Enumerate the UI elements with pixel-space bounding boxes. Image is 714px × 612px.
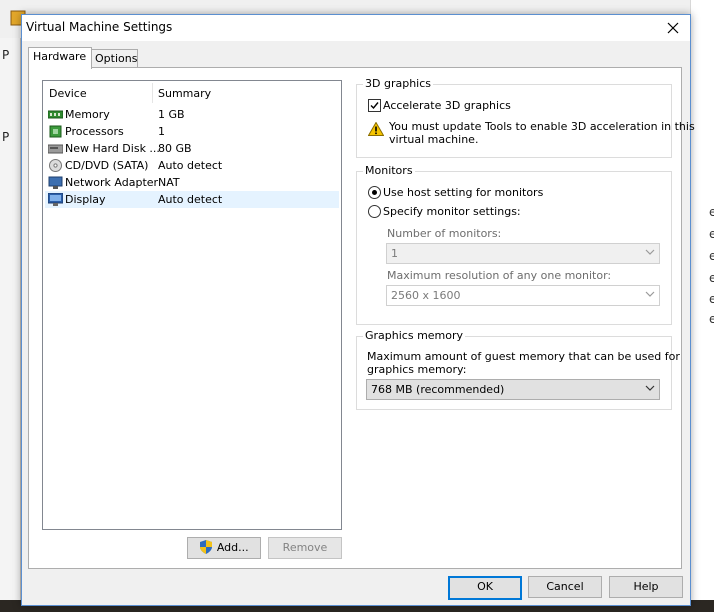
window-title: Virtual Machine Settings [26,20,173,34]
device-row-display[interactable]: Display Auto detect [45,191,339,208]
tab-hardware[interactable]: Hardware [28,47,92,69]
chevron-down-icon [645,291,655,297]
help-button[interactable]: Help [609,576,683,598]
column-header-summary[interactable]: Summary [158,87,211,100]
device-list[interactable]: Device Summary Memory 1 GB Processors 1 [42,80,342,530]
specify-monitor-radio[interactable] [368,205,381,218]
device-row-cd-dvd[interactable]: CD/DVD (SATA) Auto detect [45,157,339,174]
background-left-panel: P P [0,38,20,612]
background-text-fragment: P [2,130,10,144]
max-resolution-label: Maximum resolution of any one monitor: [387,269,612,282]
close-button[interactable] [662,17,684,39]
background-text-fragment: e [709,249,714,263]
checkmark-icon [370,102,379,110]
group-title-graphics-memory: Graphics memory [363,329,466,342]
ok-button[interactable]: OK [448,576,522,600]
uac-shield-icon [200,540,213,554]
number-of-monitors-label: Number of monitors: [387,227,502,240]
cancel-button[interactable]: Cancel [528,576,602,598]
title-bar[interactable]: Virtual Machine Settings [22,15,690,41]
background-text-fragment: e [709,205,714,219]
background-right-panel: e e e e e e [690,0,714,612]
warning-text-line2: virtual machine. [389,133,479,146]
number-of-monitors-select[interactable]: 1 [386,243,660,264]
add-button-label: Add... [216,541,249,554]
background-text-fragment: e [709,227,714,241]
device-row-hard-disk[interactable]: New Hard Disk ... 80 GB [45,140,339,157]
accelerate-3d-label[interactable]: Accelerate 3D graphics [383,99,511,112]
column-divider[interactable] [152,83,153,103]
device-summary: NAT [158,176,180,189]
device-name: Display [65,193,106,206]
warning-text-line1: You must update Tools to enable 3D accel… [389,120,695,133]
hardware-panel: Device Summary Memory 1 GB Processors 1 [28,67,695,569]
group-3d-graphics: 3D graphics Accelerate 3D graphics You m… [356,77,695,158]
graphics-memory-description-line1: Maximum amount of guest memory that can … [367,350,680,363]
device-summary: 1 [158,125,165,138]
group-title-monitors: Monitors [363,164,415,177]
close-icon [667,22,679,34]
vm-settings-dialog: Virtual Machine Settings Hardware Option… [21,14,695,606]
list-header: Device Summary [43,81,341,103]
use-host-radio[interactable] [368,186,381,199]
device-summary: 80 GB [158,142,192,155]
max-resolution-value: 2560 x 1600 [391,289,461,302]
graphics-memory-value: 768 MB (recommended) [371,383,505,396]
accelerate-3d-checkbox[interactable] [368,99,381,112]
background-text-fragment: e [709,312,714,326]
group-graphics-memory: Graphics memory Maximum amount of guest … [356,329,680,410]
number-of-monitors-value: 1 [391,247,398,260]
device-name: CD/DVD (SATA) [65,159,149,172]
group-monitors: Monitors Use host setting for monitors S… [356,164,672,325]
cd-dvd-icon [49,159,62,172]
device-name: New Hard Disk ... [65,142,160,155]
tab-options[interactable]: Options [90,49,138,68]
display-icon [48,193,63,206]
warning-icon [368,122,384,136]
memory-icon [48,110,63,119]
chevron-down-icon [645,385,655,391]
device-name: Memory [65,108,110,121]
graphics-memory-select[interactable]: 768 MB (recommended) [366,379,660,400]
device-row-network-adapter[interactable]: Network Adapter NAT [45,174,339,191]
device-row-memory[interactable]: Memory 1 GB [45,106,339,123]
device-name: Processors [65,125,124,138]
background-text-fragment: e [709,292,714,306]
device-summary: Auto detect [158,193,223,206]
hard-disk-icon [48,144,63,154]
group-title-3d-graphics: 3D graphics [363,77,433,90]
device-summary: 1 GB [158,108,185,121]
background-text-fragment: P [2,48,10,62]
device-row-processors[interactable]: Processors 1 [45,123,339,140]
max-resolution-combo[interactable]: 2560 x 1600 [386,285,660,306]
background-text-fragment: e [709,271,714,285]
processor-icon [49,125,62,138]
chevron-down-icon [645,249,655,255]
network-adapter-icon [48,176,63,189]
remove-button[interactable]: Remove [268,537,342,559]
device-name: Network Adapter [65,176,159,189]
column-header-device[interactable]: Device [49,87,87,100]
device-summary: Auto detect [158,159,223,172]
use-host-label[interactable]: Use host setting for monitors [383,186,543,199]
specify-monitor-label[interactable]: Specify monitor settings: [383,205,521,218]
graphics-memory-description-line2: graphics memory: [367,363,467,376]
radio-selected-dot [372,190,377,195]
add-button[interactable]: Add... [187,537,261,559]
